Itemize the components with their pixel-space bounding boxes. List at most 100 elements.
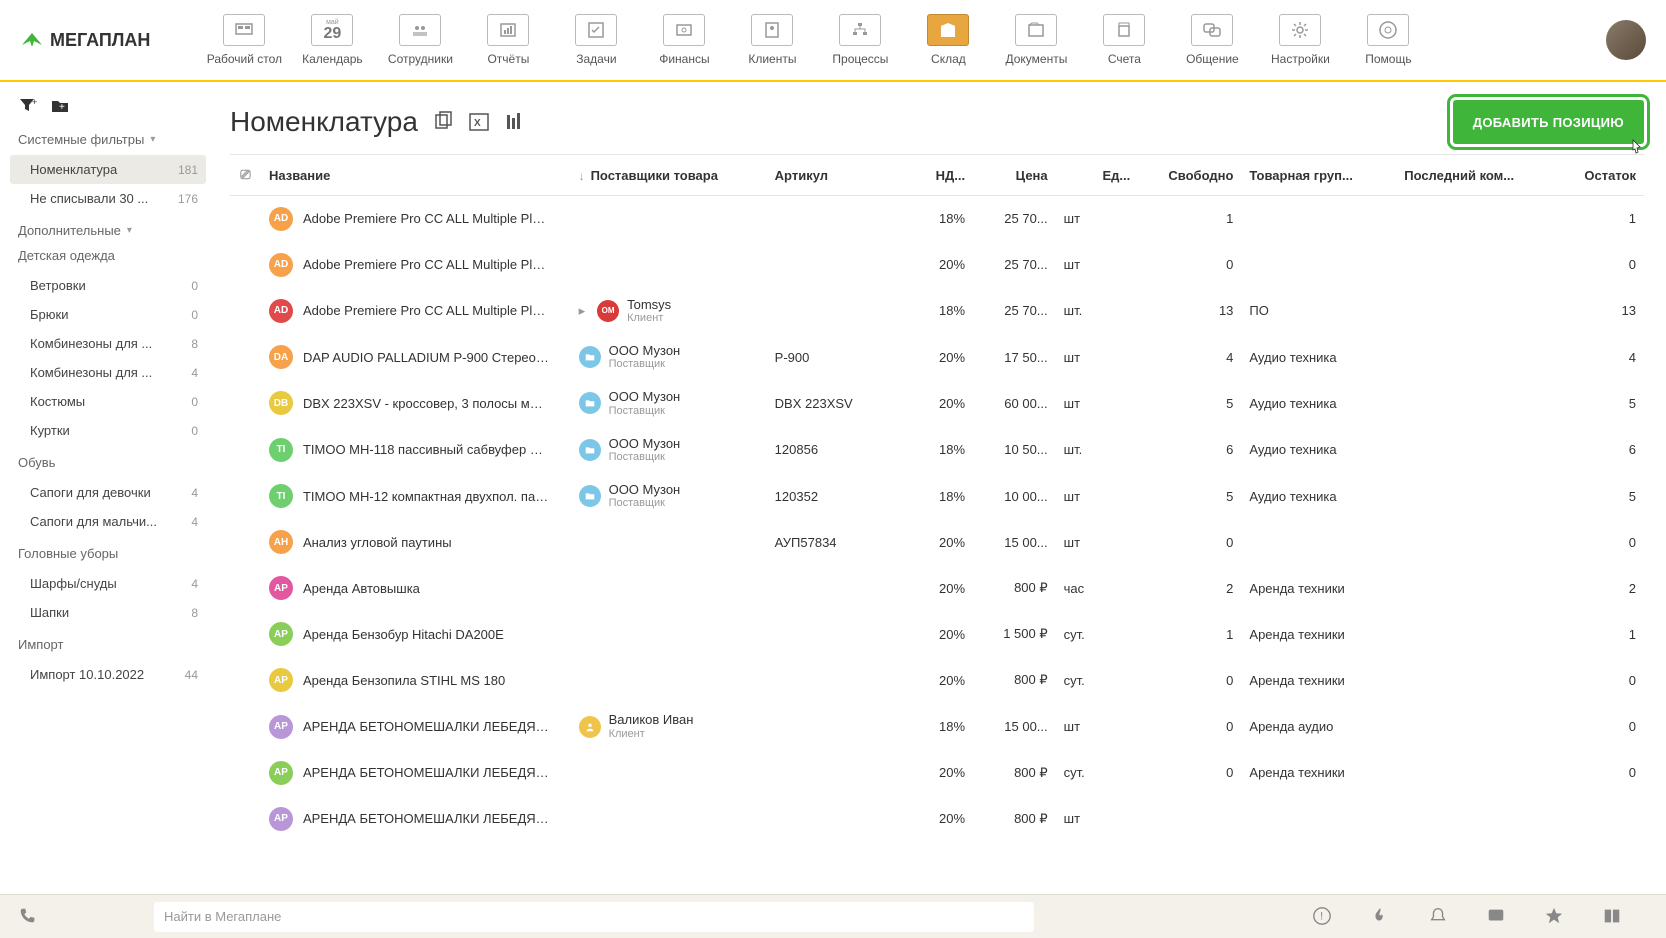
stock: 0 <box>1551 519 1644 565</box>
table-row[interactable]: АРАренда Автовышка20%800 ₽час2Аренда тех… <box>230 565 1644 611</box>
stock: 5 <box>1551 473 1644 519</box>
excel-icon[interactable]: X <box>468 111 490 133</box>
search-placeholder: Найти в Мегаплане <box>164 909 281 924</box>
column-header[interactable]: Свободно <box>1138 155 1241 196</box>
add-position-button[interactable]: ДОБАВИТЬ ПОЗИЦИЮ <box>1453 100 1644 144</box>
nav-help[interactable]: Помощь <box>1344 14 1432 66</box>
sidebar-item[interactable]: Брюки0 <box>10 300 206 329</box>
table-row[interactable]: АРАРЕНДА БЕТОНОМЕШАЛКИ ЛЕБЕДЯНЬ ...20%80… <box>230 796 1644 842</box>
nav-processes[interactable]: Процессы <box>816 14 904 66</box>
sidebar-group-title[interactable]: Системные фильтры ▾ <box>18 132 198 147</box>
sidebar-item[interactable]: Шапки8 <box>10 598 206 627</box>
nav-tasks[interactable]: Задачи <box>552 14 640 66</box>
sidebar-item[interactable]: Сапоги для девочки4 <box>10 478 206 507</box>
column-header[interactable]: Товарная груп... <box>1241 155 1396 196</box>
table-row[interactable]: TITIMOO MH-118 пассивный сабвуфер 18 ",.… <box>230 427 1644 473</box>
sidebar-item[interactable]: Куртки0 <box>10 416 206 445</box>
columns-icon[interactable] <box>504 111 526 133</box>
sidebar-item[interactable]: Комбинезоны для ...4 <box>10 358 206 387</box>
copy-icon[interactable] <box>432 111 454 133</box>
nav-desktop[interactable]: Рабочий стол <box>200 14 288 66</box>
vat: 20% <box>891 750 974 796</box>
sidebar-group-title[interactable]: Детская одежда <box>18 248 198 263</box>
nav-calendar[interactable]: май29Календарь <box>288 14 376 66</box>
logo[interactable]: МЕГАПЛАН <box>20 30 150 51</box>
nav-clients[interactable]: Клиенты <box>728 14 816 66</box>
table-row[interactable]: TITIMOO MH-12 компактная двухпол. пасс..… <box>230 473 1644 519</box>
nav-employees[interactable]: Сотрудники <box>376 14 464 66</box>
nav-invoices[interactable]: Счета <box>1080 14 1168 66</box>
nav-chat[interactable]: Общение <box>1168 14 1256 66</box>
sidebar-item[interactable]: Сапоги для мальчи...4 <box>10 507 206 536</box>
table-row[interactable]: DBDBX 223XSV - кроссовер, 3 полосы моно-… <box>230 380 1644 426</box>
comment <box>1396 196 1551 242</box>
sidebar-group-title[interactable]: Импорт <box>18 637 198 652</box>
column-header[interactable]: ⎚ <box>230 155 261 196</box>
global-search[interactable]: Найти в Мегаплане <box>154 902 1034 932</box>
item-badge: АР <box>269 715 293 739</box>
column-settings-icon[interactable]: ⎚ <box>240 167 250 182</box>
page-title: Номенклатура <box>230 106 418 138</box>
alert-icon[interactable]: ! <box>1312 906 1334 928</box>
table-wrap[interactable]: ⎚ Название↓Поставщики товараАртикулНД...Ц… <box>230 154 1644 894</box>
sidebar-item[interactable]: Костюмы0 <box>10 387 206 416</box>
sidebar-item-label: Импорт 10.10.2022 <box>30 667 144 682</box>
phone-icon[interactable] <box>18 906 40 928</box>
sidebar-group-title[interactable]: Головные уборы <box>18 546 198 561</box>
table-row[interactable]: ADAdobe Premiere Pro CC ALL Multiple Pla… <box>230 196 1644 242</box>
star-icon[interactable] <box>1544 906 1566 928</box>
column-header[interactable]: Последний ком... <box>1396 155 1551 196</box>
table-row[interactable]: АРАренда Бензобур Hitachi DA200E20%1 500… <box>230 611 1644 657</box>
price: 10 50... <box>973 427 1056 473</box>
sidebar-item[interactable]: Ветровки0 <box>10 271 206 300</box>
vat: 18% <box>891 473 974 519</box>
table-row[interactable]: АРАренда Бензопила STIHL MS 18020%800 ₽с… <box>230 657 1644 703</box>
stock: 0 <box>1551 242 1644 288</box>
table-row[interactable]: АНАнализ угловой паутиныАУП5783420%15 00… <box>230 519 1644 565</box>
nav-finance[interactable]: Финансы <box>640 14 728 66</box>
sidebar-item[interactable]: Не списывали 30 ...176 <box>10 184 206 213</box>
group: Аудио техника <box>1241 427 1396 473</box>
table-row[interactable]: АРАРЕНДА БЕТОНОМЕШАЛКИ ЛЕБЕДЯНЬ ...Валик… <box>230 703 1644 749</box>
filter-add-icon[interactable]: + <box>18 96 38 116</box>
column-header[interactable]: Ед... <box>1056 155 1139 196</box>
avatar[interactable] <box>1606 20 1646 60</box>
nav-reports[interactable]: Отчёты <box>464 14 552 66</box>
sidebar-item[interactable]: Импорт 10.10.202244 <box>10 660 206 689</box>
comment <box>1396 657 1551 703</box>
sidebar-item[interactable]: Номенклатура181 <box>10 155 206 184</box>
column-header[interactable]: ↓Поставщики товара <box>571 155 767 196</box>
nav-settings[interactable]: Настройки <box>1256 14 1344 66</box>
sidebar-group-title[interactable]: Обувь <box>18 455 198 470</box>
column-header[interactable]: НД... <box>891 155 974 196</box>
price: 25 70... <box>973 196 1056 242</box>
fire-icon[interactable] <box>1370 906 1392 928</box>
supplier-cell: ООО МузонПоставщик <box>579 344 759 370</box>
bell-icon[interactable] <box>1428 906 1450 928</box>
sidebar-item-label: Шарфы/снуды <box>30 576 117 591</box>
table-row[interactable]: ADAdobe Premiere Pro CC ALL Multiple Pla… <box>230 242 1644 288</box>
column-header[interactable]: Артикул <box>767 155 891 196</box>
column-header[interactable]: Остаток <box>1551 155 1644 196</box>
table-row[interactable]: ADAdobe Premiere Pro CC ALL Multiple Pla… <box>230 288 1644 334</box>
sidebar-item[interactable]: Комбинезоны для ...8 <box>10 329 206 358</box>
column-header[interactable]: Название <box>261 155 571 196</box>
sidebar-item-count: 4 <box>191 577 198 591</box>
sidebar-item[interactable]: Шарфы/снуды 4 <box>10 569 206 598</box>
column-header[interactable]: Цена <box>973 155 1056 196</box>
stock: 6 <box>1551 427 1644 473</box>
message-icon[interactable] <box>1486 906 1508 928</box>
help-icon <box>1367 14 1409 46</box>
comment <box>1396 750 1551 796</box>
sidebar-group-title[interactable]: Дополнительные ▾ <box>18 223 198 238</box>
unit: шт. <box>1056 427 1139 473</box>
nav-warehouse[interactable]: Склад <box>904 14 992 66</box>
folder-add-icon[interactable]: + <box>50 96 70 116</box>
nav-documents[interactable]: Документы <box>992 14 1080 66</box>
item-badge: DB <box>269 391 293 415</box>
table-row[interactable]: DADAP AUDIO PALLADIUM P-900 Стерео уси..… <box>230 334 1644 380</box>
unit: шт <box>1056 334 1139 380</box>
item-badge: АР <box>269 761 293 785</box>
table-row[interactable]: АРАРЕНДА БЕТОНОМЕШАЛКИ ЛЕБЕДЯНЬ ...20%80… <box>230 750 1644 796</box>
book-icon[interactable] <box>1602 906 1624 928</box>
